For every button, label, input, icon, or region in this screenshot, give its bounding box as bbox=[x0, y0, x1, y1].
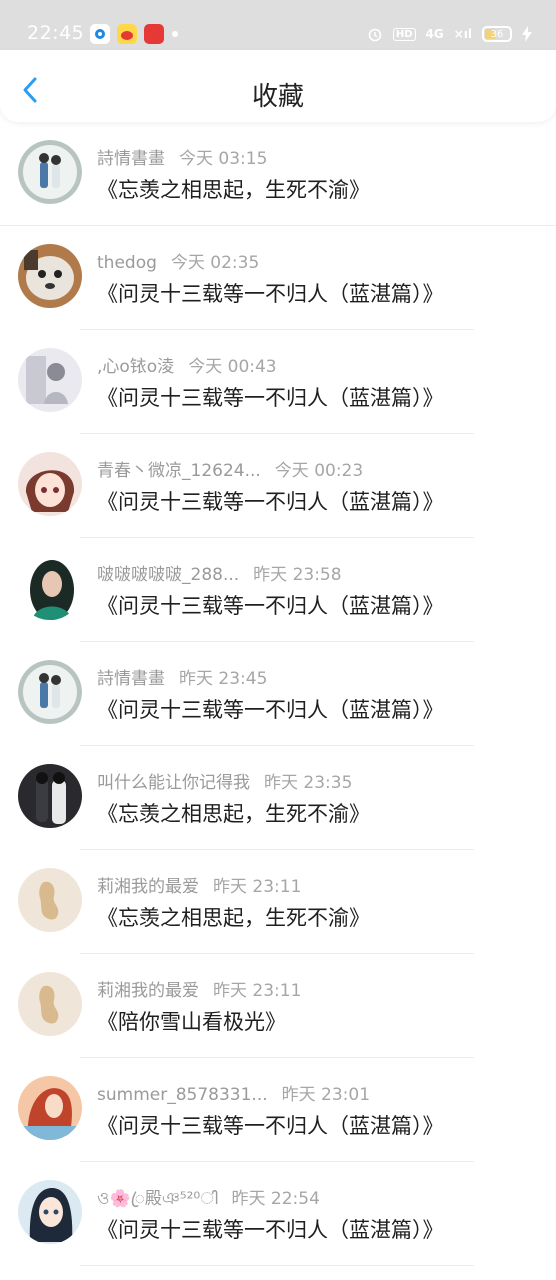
timestamp: 昨天 23:35 bbox=[264, 773, 353, 793]
avatar[interactable] bbox=[18, 660, 82, 724]
work-title[interactable]: 《问灵十三载等一不归人（蓝湛篇）》 bbox=[97, 694, 444, 724]
charging-icon bbox=[522, 26, 532, 42]
battery-icon: 36 bbox=[482, 26, 512, 42]
timestamp: 今天 00:23 bbox=[274, 461, 364, 481]
work-title[interactable]: 《忘羡之相思起，生死不渝》 bbox=[97, 798, 370, 828]
list-item[interactable]: 詩情書畫 昨天 23:45 《问灵十三载等一不归人（蓝湛篇）》 bbox=[0, 642, 556, 746]
header: 收藏 bbox=[0, 50, 556, 122]
avatar[interactable] bbox=[18, 244, 82, 308]
user-name[interactable]: summer_8578331... bbox=[97, 1085, 268, 1105]
list-item[interactable]: summer_8578331... 昨天 23:01 《问灵十三载等一不归人（蓝湛… bbox=[0, 1058, 556, 1162]
status-icons: HD 4G ×ıl 36 bbox=[367, 24, 532, 44]
user-name[interactable]: thedog bbox=[97, 253, 157, 273]
weibo-notification-icon bbox=[117, 24, 137, 44]
news-notification-icon bbox=[144, 24, 164, 44]
timestamp: 昨天 23:01 bbox=[281, 1085, 371, 1105]
work-title[interactable]: 《问灵十三载等一不归人（蓝湛篇）》 bbox=[97, 278, 444, 308]
avatar[interactable] bbox=[18, 972, 82, 1036]
avatar[interactable] bbox=[18, 140, 82, 204]
list-item[interactable]: ,心o铱o淩 今天 00:43 《问灵十三载等一不归人（蓝湛篇）》 bbox=[0, 330, 556, 434]
battery-level: 36 bbox=[490, 28, 504, 40]
status-time: 22:45 bbox=[27, 22, 85, 44]
list-item[interactable]: 詩情書畫 今天 03:15 《忘羡之相思起，生死不渝》 bbox=[0, 122, 556, 226]
work-title[interactable]: 《问灵十三载等一不归人（蓝湛篇）》 bbox=[97, 1214, 444, 1244]
avatar[interactable] bbox=[18, 452, 82, 516]
avatar[interactable] bbox=[18, 764, 82, 828]
favorites-list: 詩情書畫 今天 03:15 《忘羡之相思起，生死不渝》 thedog 今天 02:3… bbox=[0, 122, 556, 1266]
work-title[interactable]: 《忘羡之相思起，生死不渝》 bbox=[97, 902, 370, 932]
timestamp: 今天 00:43 bbox=[188, 357, 277, 377]
work-title[interactable]: 《问灵十三载等一不归人（蓝湛篇）》 bbox=[97, 1110, 444, 1140]
timestamp: 昨天 23:58 bbox=[253, 565, 342, 585]
user-name[interactable]: 叫什么能让你记得我 bbox=[97, 768, 250, 793]
list-item[interactable]: 莉湘我的最爱 昨天 23:11 《忘羡之相思起，生死不渝》 bbox=[0, 850, 556, 954]
timestamp: 昨天 23:11 bbox=[213, 877, 302, 897]
avatar[interactable] bbox=[18, 1076, 82, 1140]
timestamp: 今天 02:35 bbox=[170, 253, 260, 273]
user-name[interactable]: 莉湘我的最爱 bbox=[97, 976, 199, 1001]
hd-icon: HD bbox=[392, 27, 416, 41]
app-notification-icon bbox=[90, 24, 110, 44]
avatar[interactable] bbox=[18, 1180, 82, 1244]
alarm-icon bbox=[368, 28, 382, 42]
avatar[interactable] bbox=[18, 348, 82, 412]
list-item[interactable]: 青春丶微凉_12624... 今天 00:23 《问灵十三载等一不归人（蓝湛篇）》 bbox=[0, 434, 556, 538]
work-title[interactable]: 《忘羡之相思起，生死不渝》 bbox=[97, 174, 370, 204]
timestamp: 昨天 23:11 bbox=[213, 981, 302, 1001]
list-item[interactable]: thedog 今天 02:35 《问灵十三载等一不归人（蓝湛篇）》 bbox=[0, 226, 556, 330]
user-name[interactable]: 青春丶微凉_12624... bbox=[97, 456, 261, 481]
avatar[interactable] bbox=[18, 556, 82, 620]
list-item[interactable]: ও🌸ꦿ殿ঞ⁵²⁰ി 昨天 22:54 《问灵十三载等一不归人（蓝湛篇）》 bbox=[0, 1162, 556, 1266]
user-name[interactable]: ,心o铱o淩 bbox=[97, 352, 174, 377]
signal-off-icon: ×ıl bbox=[453, 27, 472, 41]
user-name[interactable]: 詩情書畫 bbox=[97, 144, 165, 169]
page-title: 收藏 bbox=[251, 82, 304, 112]
user-name[interactable]: 莉湘我的最爱 bbox=[97, 872, 199, 897]
timestamp: 昨天 22:54 bbox=[231, 1189, 320, 1209]
user-name[interactable]: 啵啵啵啵啵_288... bbox=[97, 560, 239, 585]
list-item[interactable]: 啵啵啵啵啵_288... 昨天 23:58 《问灵十三载等一不归人（蓝湛篇）》 bbox=[0, 538, 556, 642]
avatar[interactable] bbox=[18, 868, 82, 932]
timestamp: 今天 03:15 bbox=[179, 149, 268, 169]
timestamp: 昨天 23:45 bbox=[179, 669, 268, 689]
user-name[interactable]: 詩情書畫 bbox=[97, 664, 165, 689]
list-item[interactable]: 叫什么能让你记得我 昨天 23:35 《忘羡之相思起，生死不渝》 bbox=[0, 746, 556, 850]
work-title[interactable]: 《问灵十三载等一不归人（蓝湛篇）》 bbox=[97, 486, 444, 516]
status-bar: 22:45 HD 4G ×ıl 36 bbox=[0, 0, 556, 50]
work-title[interactable]: 《陪你雪山看极光》 bbox=[97, 1006, 286, 1036]
list-item[interactable]: 莉湘我的最爱 昨天 23:11 《陪你雪山看极光》 bbox=[0, 954, 556, 1058]
more-notifications-dot bbox=[172, 31, 178, 37]
work-title[interactable]: 《问灵十三载等一不归人（蓝湛篇）》 bbox=[97, 382, 444, 412]
signal-icon: 4G bbox=[425, 27, 444, 41]
work-title[interactable]: 《问灵十三载等一不归人（蓝湛篇）》 bbox=[97, 590, 444, 620]
